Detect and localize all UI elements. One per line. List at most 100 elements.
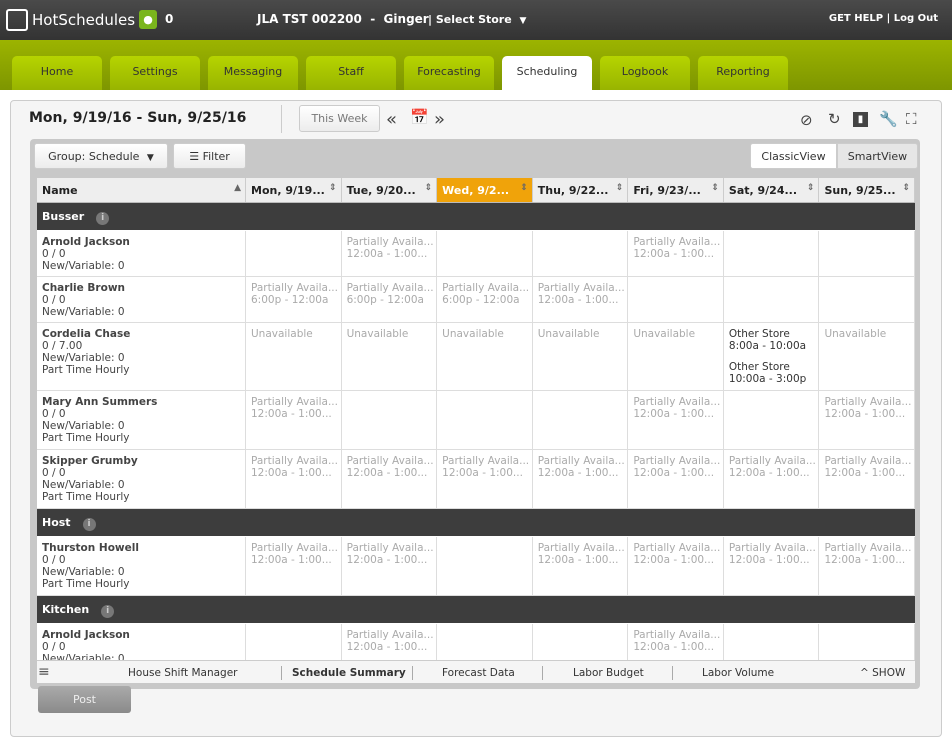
employee-cell[interactable]: Skipper Grumby 0 / 0 New/Variable: 0 Part T…	[37, 450, 246, 508]
day-cell[interactable]: Partially Availa... 12:00a - 1:00...	[246, 450, 342, 508]
fullscreen-icon[interactable]: ⛶	[906, 110, 917, 128]
day-cell[interactable]: Partially Availa... 6:00p - 12:00a	[342, 277, 438, 322]
tab-settings[interactable]: Settings	[110, 56, 200, 90]
day-cell[interactable]: Partially Availa... 12:00a - 1:00...	[628, 231, 724, 276]
day-cell[interactable]: Unavailable	[819, 323, 915, 390]
info-icon[interactable]: i	[82, 518, 96, 531]
day-cell[interactable]: Partially Availa... 12:00a - 1:00...	[819, 391, 915, 449]
next-week-button[interactable]: »	[434, 109, 445, 130]
day-cell[interactable]	[533, 391, 629, 449]
column-header[interactable]: Wed, 9/2... ⇕	[437, 178, 533, 202]
day-cell[interactable]: Partially Availa... 12:00a - 1:00...	[342, 624, 438, 660]
day-cell[interactable]: Partially Availa... 12:00a - 1:00...	[246, 391, 342, 449]
refresh-icon[interactable]: ↻	[828, 110, 841, 128]
location-pin-icon[interactable]: ●	[139, 10, 157, 29]
day-cell[interactable]	[437, 391, 533, 449]
tab-messaging[interactable]: Messaging	[208, 56, 298, 90]
this-week-button[interactable]: This Week	[299, 105, 380, 132]
day-cell[interactable]: Partially Availa... 12:00a - 1:00...	[628, 537, 724, 595]
day-cell[interactable]: Partially Availa... 12:00a - 1:00...	[533, 277, 629, 322]
day-cell[interactable]: Partially Availa... 12:00a - 1:00...	[533, 450, 629, 508]
day-cell[interactable]: Partially Availa... 12:00a - 1:00...	[628, 450, 724, 508]
info-icon[interactable]: i	[96, 212, 110, 225]
wrench-icon[interactable]: 🔧	[879, 110, 898, 128]
menu-icon[interactable]: ≡	[38, 664, 50, 680]
column-header[interactable]: Mon, 9/19... ⇕	[246, 178, 342, 202]
day-cell[interactable]: Unavailable	[342, 323, 438, 390]
employee-cell[interactable]: Charlie Brown 0 / 0 New/Variable: 0	[37, 277, 246, 322]
column-header[interactable]: Sun, 9/25... ⇕	[819, 178, 915, 202]
day-cell[interactable]	[819, 624, 915, 660]
footer-house-shift-manager[interactable]: House Shift Manager	[128, 667, 237, 679]
brand-menu[interactable]: HotSchedules▼	[6, 9, 150, 31]
footer-schedule-summary[interactable]: Schedule Summary	[292, 667, 406, 679]
day-cell[interactable]: Unavailable	[437, 323, 533, 390]
tab-scheduling[interactable]: Scheduling	[502, 56, 592, 91]
classic-view-toggle[interactable]: ClassicView	[750, 143, 837, 169]
tab-reporting[interactable]: Reporting	[698, 56, 788, 90]
day-cell[interactable]: Partially Availa... 12:00a - 1:00...	[819, 537, 915, 595]
day-cell[interactable]	[437, 537, 533, 595]
column-header[interactable]: Tue, 9/20... ⇕	[342, 178, 438, 202]
day-cell[interactable]: Partially Availa... 6:00p - 12:00a	[437, 277, 533, 322]
column-header[interactable]: Sat, 9/24... ⇕	[724, 178, 820, 202]
tab-forecasting[interactable]: Forecasting	[404, 56, 494, 90]
employee-cell[interactable]: Thurston Howell 0 / 0 New/Variable: 0 Part …	[37, 537, 246, 595]
day-cell[interactable]: Partially Availa... 12:00a - 1:00...	[819, 450, 915, 508]
day-cell[interactable]	[533, 231, 629, 276]
show-toggle[interactable]: ^ SHOW	[860, 667, 905, 679]
day-cell[interactable]: Partially Availa... 12:00a - 1:00...	[533, 537, 629, 595]
column-header[interactable]: Thu, 9/22... ⇕	[533, 178, 629, 202]
filter-button[interactable]: ☰ Filter	[173, 143, 246, 169]
employee-cell[interactable]: Cordelia Chase 0 / 7.00 New/Variable: 0 Par…	[37, 323, 246, 390]
calendar-icon[interactable]: 📅	[410, 108, 429, 126]
info-icon[interactable]: i	[101, 605, 115, 618]
footer-labor-budget[interactable]: Labor Budget	[573, 667, 644, 679]
group-dropdown[interactable]: Group: Schedule ▼	[34, 143, 168, 169]
day-cell[interactable]: Partially Availa... 12:00a - 1:00...	[246, 537, 342, 595]
day-cell[interactable]: Partially Availa... 12:00a - 1:00...	[342, 450, 438, 508]
day-cell[interactable]	[246, 624, 342, 660]
day-cell[interactable]: Unavailable	[533, 323, 629, 390]
day-cell[interactable]: Partially Availa... 12:00a - 1:00...	[342, 231, 438, 276]
tab-staff[interactable]: Staff	[306, 56, 396, 90]
day-cell[interactable]	[819, 231, 915, 276]
day-cell[interactable]: Partially Availa... 12:00a - 1:00...	[342, 537, 438, 595]
day-cell[interactable]	[819, 277, 915, 322]
day-cell[interactable]	[533, 624, 629, 660]
day-cell[interactable]: Partially Availa... 12:00a - 1:00...	[437, 450, 533, 508]
day-cell[interactable]: Partially Availa... 6:00p - 12:00a	[246, 277, 342, 322]
post-button[interactable]: Post	[38, 686, 131, 713]
day-cell[interactable]	[246, 231, 342, 276]
tab-home[interactable]: Home	[12, 56, 102, 90]
day-cell[interactable]: Partially Availa... 12:00a - 1:00...	[724, 537, 820, 595]
employee-cell[interactable]: Mary Ann Summers 0 / 0 New/Variable: 0 Part…	[37, 391, 246, 449]
day-cell[interactable]	[724, 391, 820, 449]
smart-view-toggle[interactable]: SmartView	[837, 143, 918, 169]
day-cell[interactable]	[437, 624, 533, 660]
day-cell[interactable]	[437, 231, 533, 276]
column-header[interactable]: Name ▲	[37, 178, 246, 202]
tab-logbook[interactable]: Logbook	[600, 56, 690, 90]
day-cell[interactable]	[724, 231, 820, 276]
footer-labor-volume[interactable]: Labor Volume	[702, 667, 774, 679]
employee-cell[interactable]: Arnold Jackson 0 / 0 New/Variable: 0	[37, 624, 246, 660]
day-cell[interactable]	[724, 277, 820, 322]
select-store-dropdown[interactable]: | Select Store ▼	[428, 13, 526, 26]
previous-week-button[interactable]: «	[386, 109, 397, 130]
employee-cell[interactable]: Arnold Jackson 0 / 0 New/Variable: 0	[37, 231, 246, 276]
day-cell[interactable]: Partially Availa... 12:00a - 1:00...	[628, 624, 724, 660]
footer-forecast-data[interactable]: Forecast Data	[442, 667, 515, 679]
day-cell[interactable]: Partially Availa... 12:00a - 1:00...	[628, 391, 724, 449]
day-cell[interactable]: Unavailable	[628, 323, 724, 390]
day-cell[interactable]: Unavailable	[246, 323, 342, 390]
day-cell[interactable]: Partially Availa... 12:00a - 1:00...	[724, 450, 820, 508]
chart-icon[interactable]: ▮	[853, 112, 868, 127]
day-cell[interactable]	[342, 391, 438, 449]
day-cell[interactable]: Other Store 8:00a - 10:00a Other Store 10:0…	[724, 323, 820, 390]
column-header[interactable]: Fri, 9/23/... ⇕	[628, 178, 724, 202]
day-cell[interactable]	[628, 277, 724, 322]
hide-icon[interactable]: ⊘	[800, 111, 813, 129]
day-cell[interactable]	[724, 624, 820, 660]
help-logout-links[interactable]: GET HELP | Log Out	[829, 13, 938, 24]
